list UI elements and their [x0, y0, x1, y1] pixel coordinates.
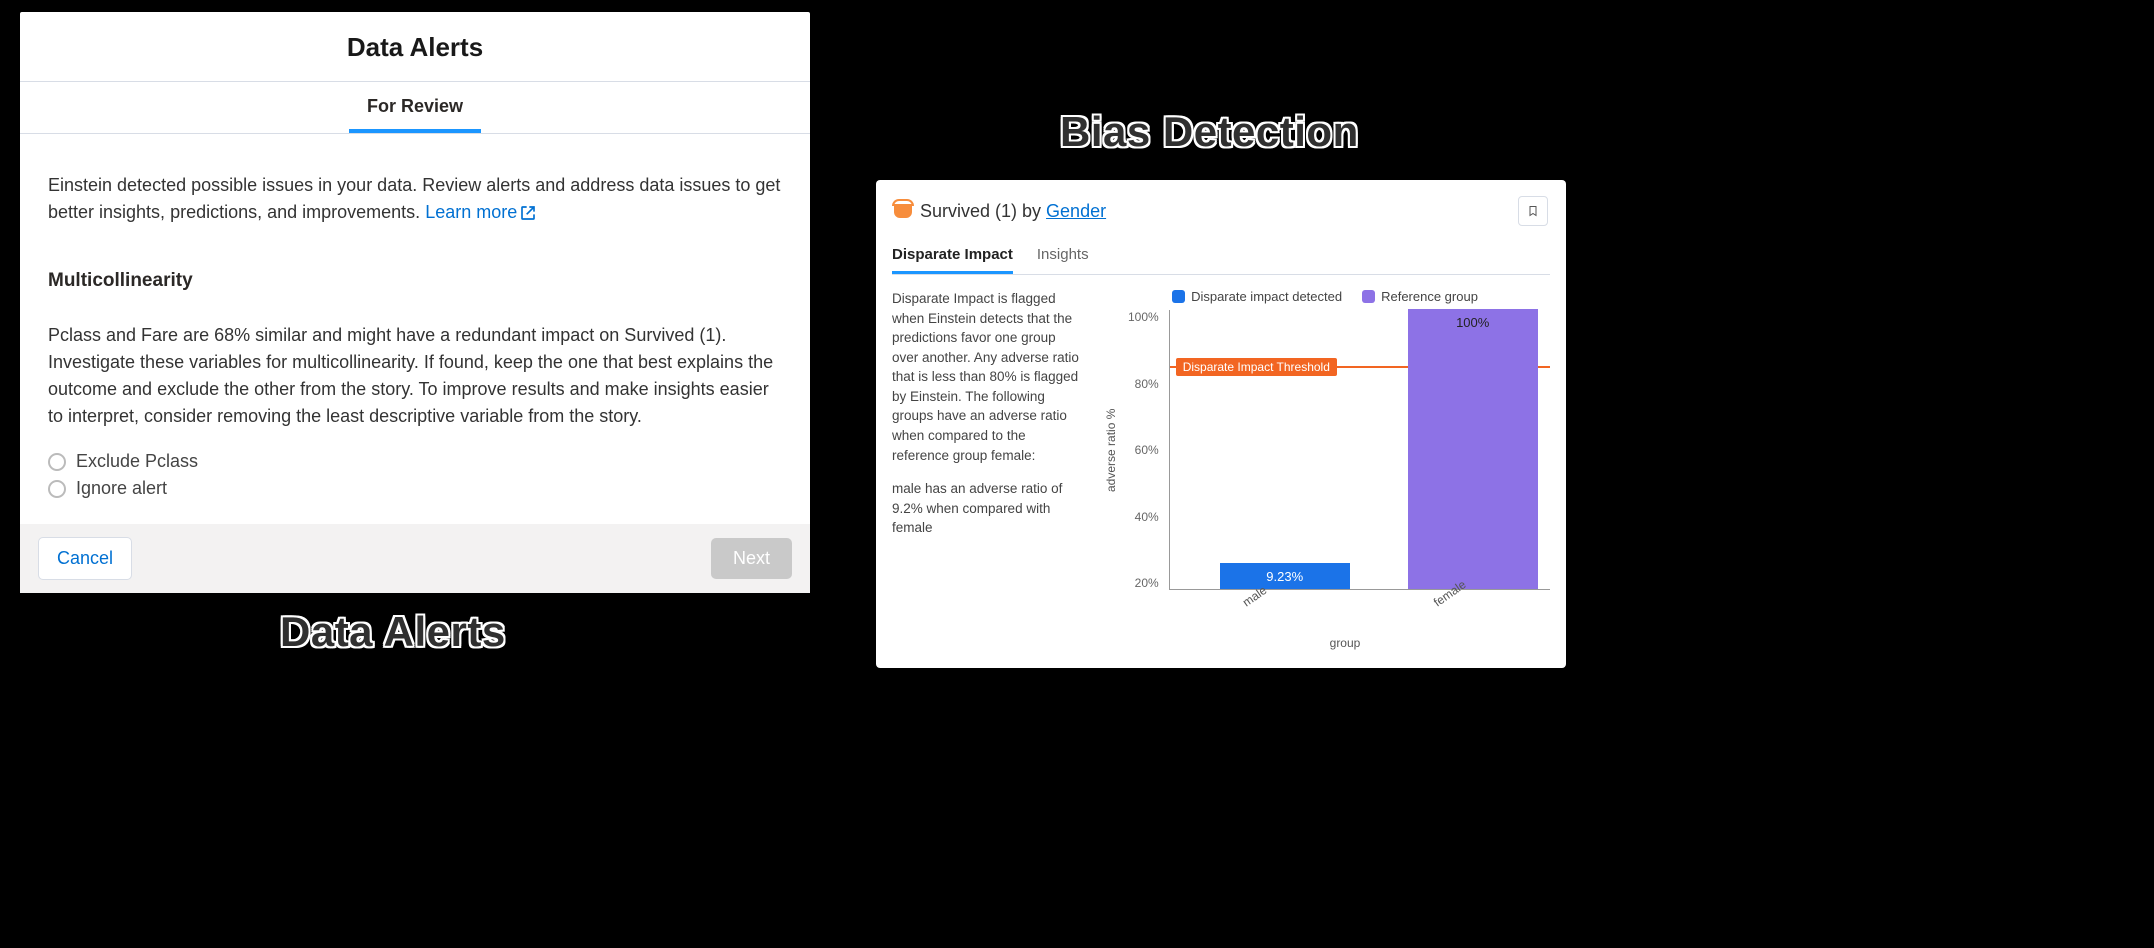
explanation-paragraph-2: male has an adverse ratio of 9.2% when c… [892, 479, 1082, 538]
legend-item-detected: Disparate impact detected [1172, 289, 1342, 304]
y-tick: 40% [1128, 510, 1159, 524]
card-title: Survived (1) by Gender [920, 201, 1106, 222]
card-tabs: Disparate Impact Insights [892, 238, 1550, 275]
learn-more-label: Learn more [425, 199, 517, 226]
card-header: Survived (1) by Gender [892, 192, 1550, 234]
chart-frame: adverse ratio % 100% 80% 60% 40% 20% Dis… [1100, 310, 1550, 590]
explanation-column: Disparate Impact is flagged when Einstei… [892, 289, 1082, 650]
radio-icon [48, 453, 66, 471]
next-button[interactable]: Next [711, 538, 792, 579]
radio-group: Exclude Pclass Ignore alert [48, 448, 782, 502]
swatch-icon [1362, 290, 1375, 303]
radio-label: Ignore alert [76, 478, 167, 499]
y-tick: 20% [1128, 576, 1159, 590]
y-tick: 100% [1128, 310, 1159, 324]
card-body: Disparate Impact is flagged when Einstei… [892, 275, 1550, 650]
tab-insights[interactable]: Insights [1037, 238, 1089, 274]
explanation-paragraph-1: Disparate Impact is flagged when Einstei… [892, 289, 1082, 465]
cancel-button[interactable]: Cancel [38, 537, 132, 580]
dialog-body: Einstein detected possible issues in you… [20, 134, 810, 524]
y-tick: 60% [1128, 443, 1159, 457]
card-title-link[interactable]: Gender [1046, 201, 1106, 221]
bar-female: 100% [1408, 309, 1538, 589]
x-axis-label: group [1140, 636, 1550, 650]
data-alerts-dialog: Data Alerts For Review Einstein detected… [20, 12, 810, 593]
caption-bias-detection: Bias Detection [1060, 108, 1359, 156]
external-link-icon [520, 205, 536, 221]
swatch-icon [1172, 290, 1185, 303]
bucket-icon [894, 204, 912, 218]
legend-label: Reference group [1381, 289, 1478, 304]
y-tick: 80% [1128, 377, 1159, 391]
intro-text: Einstein detected possible issues in you… [48, 175, 780, 222]
tab-for-review[interactable]: For Review [349, 82, 481, 133]
intro-paragraph: Einstein detected possible issues in you… [48, 172, 782, 226]
bias-detection-card: Survived (1) by Gender Disparate Impact … [876, 180, 1566, 668]
caption-data-alerts: Data Alerts [280, 608, 506, 656]
alert-description: Pclass and Fare are 68% similar and migh… [48, 322, 782, 430]
chart-legend: Disparate impact detected Reference grou… [1100, 289, 1550, 304]
bookmark-icon [1527, 204, 1539, 218]
alert-section-title: Multicollinearity [48, 270, 782, 292]
card-title-prefix: Survived (1) by [920, 201, 1046, 221]
bookmark-button[interactable] [1518, 196, 1548, 226]
dialog-footer: Cancel Next [20, 524, 810, 593]
y-axis-label: adverse ratio % [1100, 310, 1118, 590]
bar-value-label: 100% [1456, 315, 1489, 330]
dialog-title: Data Alerts [20, 12, 810, 81]
chart-plot-area: Disparate Impact Threshold 9.23% 100% [1169, 310, 1550, 590]
tab-disparate-impact[interactable]: Disparate Impact [892, 238, 1013, 274]
radio-ignore-alert[interactable]: Ignore alert [48, 475, 782, 502]
bar-male: 9.23% [1220, 563, 1350, 589]
radio-exclude-pclass[interactable]: Exclude Pclass [48, 448, 782, 475]
dialog-tabs: For Review [20, 82, 810, 134]
radio-icon [48, 480, 66, 498]
bar-value-label: 9.23% [1266, 569, 1303, 584]
legend-label: Disparate impact detected [1191, 289, 1342, 304]
threshold-badge: Disparate Impact Threshold [1176, 358, 1337, 376]
y-axis-ticks: 100% 80% 60% 40% 20% [1124, 310, 1163, 590]
chart-column: Disparate impact detected Reference grou… [1100, 289, 1550, 650]
learn-more-link[interactable]: Learn more [425, 199, 536, 226]
legend-item-reference: Reference group [1362, 289, 1478, 304]
x-axis-ticks: male female [1158, 598, 1550, 612]
radio-label: Exclude Pclass [76, 451, 198, 472]
